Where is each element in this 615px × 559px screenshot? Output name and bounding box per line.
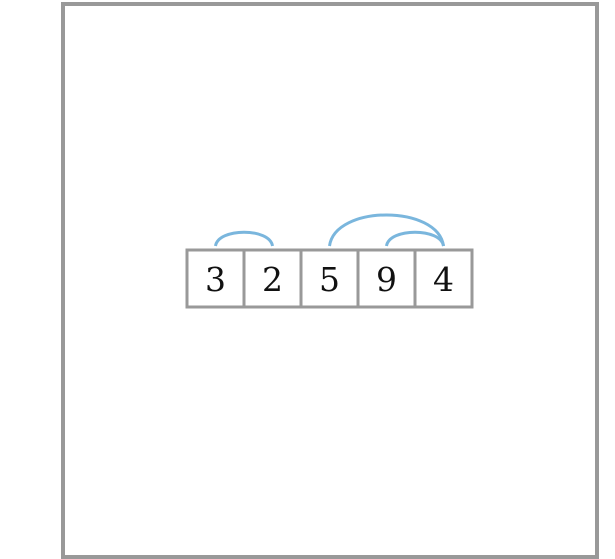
link-arc xyxy=(328,213,445,247)
link-arc xyxy=(214,230,274,247)
arcs-layer xyxy=(214,213,445,247)
cell-value: 3 xyxy=(205,260,226,299)
sequence-cell: 4 xyxy=(413,248,474,309)
cell-value: 5 xyxy=(319,260,340,299)
sequence-cell: 5 xyxy=(299,248,360,309)
cell-value: 9 xyxy=(376,260,397,299)
cells-layer: 32594 xyxy=(185,248,474,309)
link-arc xyxy=(385,230,445,247)
sequence-cell: 9 xyxy=(356,248,417,309)
sequence-cell: 2 xyxy=(242,248,303,309)
cell-value: 4 xyxy=(433,260,454,299)
cell-value: 2 xyxy=(262,260,283,299)
sequence-cell: 3 xyxy=(185,248,246,309)
sequence-diagram: 32594 xyxy=(185,213,474,309)
